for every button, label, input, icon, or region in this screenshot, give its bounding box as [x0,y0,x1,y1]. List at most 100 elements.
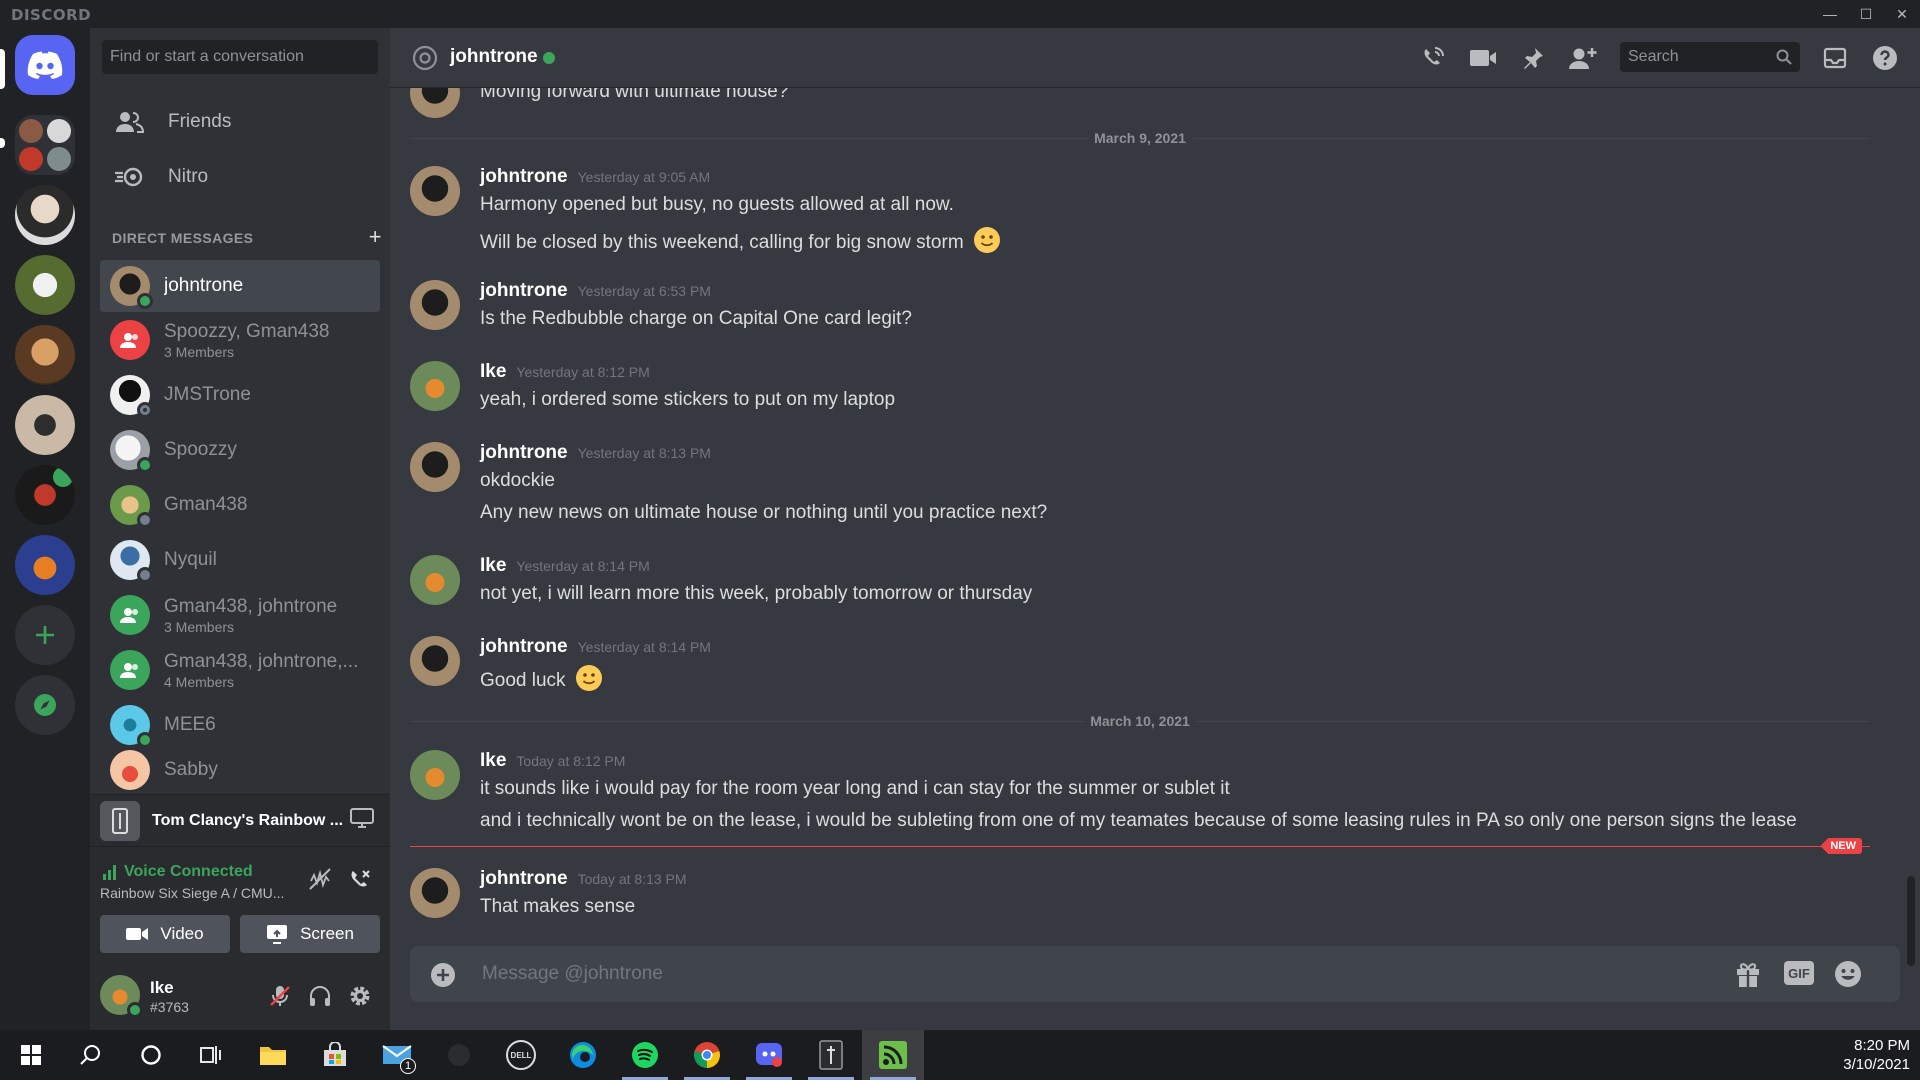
message-avatar[interactable] [410,868,460,918]
server-icon[interactable] [15,535,75,595]
noise-suppression-icon[interactable] [308,867,332,896]
dm-name: Sabby [164,759,218,780]
message-author[interactable]: johntrone [480,442,568,464]
message-author[interactable]: johntrone [480,868,568,890]
file-explorer-button[interactable] [242,1030,304,1080]
title-bar: DISCORD — ☐ ✕ [0,0,1920,28]
chrome-button[interactable] [676,1030,738,1080]
dm-item-jmstrone[interactable]: JMSTrone [100,369,380,421]
settings-gear-icon[interactable] [348,984,372,1013]
nav-friends-label: Friends [168,111,232,132]
dell-button[interactable]: DELL [490,1030,552,1080]
message-avatar[interactable] [410,636,460,686]
server-icon[interactable] [15,185,75,245]
dm-item-johntrone[interactable]: johntrone [100,260,380,312]
spotify-button[interactable] [614,1030,676,1080]
close-button[interactable]: ✕ [1884,0,1920,28]
search-icon [80,1045,100,1065]
rainbow-six-button[interactable] [800,1030,862,1080]
discord-taskbar-button[interactable] [738,1030,800,1080]
screen-icon [267,925,288,944]
gift-icon[interactable] [1735,960,1761,993]
message-author[interactable]: johntrone [480,166,568,188]
activity-game-title: Tom Clancy's Rainbow ... [152,811,342,829]
scrollbar[interactable] [1907,876,1915,966]
taskbar-search[interactable] [60,1030,122,1080]
app-button[interactable] [428,1030,490,1080]
pin-icon[interactable] [1518,44,1548,72]
dm-item-spoozzy[interactable]: Spoozzy [100,424,380,476]
dm-item-group[interactable]: Gman438, johntrone,... 4 Members [100,644,380,696]
disconnect-icon[interactable] [348,867,372,896]
find-conversation-input[interactable]: Find or start a conversation [102,40,378,74]
add-server-button[interactable] [15,605,75,665]
windows-logo-icon [21,1045,41,1065]
rss-app-button[interactable] [862,1030,924,1080]
direct-messages-header: DIRECT MESSAGES + [112,224,382,250]
create-dm-button[interactable]: + [369,224,382,250]
mute-icon[interactable] [268,984,292,1013]
dm-item-nyquil[interactable]: Nyquil [100,534,380,586]
dm-item-sabby[interactable]: Sabby [100,750,380,790]
help-icon[interactable] [1870,44,1900,72]
plus-icon [36,626,54,644]
message-timestamp: Yesterday at 6:53 PM [577,283,711,299]
voice-channel-label[interactable]: Rainbow Six Siege A / CMU... [100,885,284,901]
server-icon[interactable] [15,395,75,455]
message-author[interactable]: johntrone [480,636,568,658]
nav-nitro-label: Nitro [168,166,209,187]
message-author[interactable]: Ike [480,555,506,577]
dm-item-mee6[interactable]: MEE6 [100,699,380,751]
mail-button[interactable]: 1 [366,1030,428,1080]
message-composer[interactable]: Message @johntrone GIF [410,946,1900,1002]
camera-icon [126,928,149,940]
server-icon[interactable] [15,325,75,385]
video-call-icon[interactable] [1468,44,1498,72]
dm-item-group[interactable]: Gman438, johntrone 3 Members [100,589,380,641]
message-timestamp: Today at 8:12 PM [516,753,626,769]
screen-share-icon[interactable] [350,807,374,834]
explore-servers-button[interactable] [15,675,75,735]
message-author[interactable]: Ike [480,750,506,772]
start-button[interactable] [0,1030,62,1080]
add-friend-icon[interactable] [1568,44,1598,72]
at-sign-icon [412,45,438,71]
voice-call-icon[interactable] [1418,44,1448,72]
message-avatar[interactable] [410,442,460,492]
message-author[interactable]: johntrone [480,280,568,302]
message-avatar[interactable] [410,361,460,411]
server-icon[interactable] [15,255,75,315]
nav-friends[interactable]: Friends [100,98,380,146]
activity-panel[interactable]: Tom Clancy's Rainbow ... [90,794,390,846]
user-avatar[interactable] [100,975,143,1018]
search-icon [1776,49,1792,65]
inbox-icon[interactable] [1820,44,1850,72]
message-avatar[interactable] [410,750,460,800]
gif-button[interactable]: GIF [1784,961,1814,985]
store-button[interactable] [304,1030,366,1080]
system-clock[interactable]: 8:20 PM 3/10/2021 [1843,1036,1910,1074]
message-text-with-emoji: Will be closed by this weekend, calling … [480,226,1001,254]
server-icon[interactable] [15,465,75,525]
status-online-icon [137,732,153,748]
message-search-input[interactable]: Search [1620,42,1800,72]
minimize-button[interactable]: — [1812,0,1848,28]
task-view-button[interactable] [180,1030,242,1080]
nav-nitro[interactable]: Nitro [100,153,380,201]
message-avatar[interactable] [410,555,460,605]
maximize-button[interactable]: ☐ [1848,0,1884,28]
message-avatar[interactable] [410,166,460,216]
home-button[interactable] [15,35,75,95]
message-author[interactable]: Ike [480,361,506,383]
video-button[interactable]: Video [100,915,230,953]
emoji-picker-icon[interactable] [1834,960,1862,993]
edge-button[interactable] [552,1030,614,1080]
dm-item-gman438[interactable]: Gman438 [100,479,380,531]
headphones-icon[interactable] [308,984,332,1013]
message-avatar[interactable] [410,280,460,330]
screen-button[interactable]: Screen [240,915,380,953]
server-folder[interactable] [15,115,75,175]
dm-item-group[interactable]: Spoozzy, Gman438 3 Members [100,314,380,366]
cortana-button[interactable] [120,1030,182,1080]
attach-plus-icon[interactable] [430,962,456,993]
